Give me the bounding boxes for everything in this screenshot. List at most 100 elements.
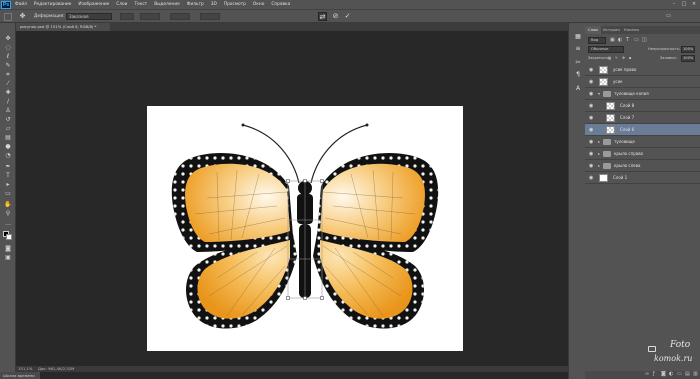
layer-name: Слой 7 (620, 115, 635, 120)
group-row[interactable]: ◉ ▸ туловище (585, 136, 700, 148)
timeline-tab[interactable]: Шкала времени (0, 372, 40, 379)
h-distortion-field[interactable] (170, 13, 190, 20)
menu-type[interactable]: Текст (134, 2, 147, 7)
quick-select-tool-icon[interactable]: ✎ (4, 62, 12, 69)
group-row[interactable]: ◉ ▸ крыло справа (585, 148, 700, 160)
filter-shape-icon[interactable]: ▭ (634, 37, 639, 44)
lasso-tool-icon[interactable]: ℓ (4, 53, 12, 60)
screen-mode-icon[interactable]: ▣ (4, 254, 12, 261)
move-tool-icon[interactable]: ✥ (4, 35, 12, 42)
gradient-tool-icon[interactable]: ▤ (4, 134, 12, 141)
group-expand-icon[interactable]: ▸ (598, 139, 600, 145)
cancel-transform-icon[interactable]: ⊘ (331, 12, 340, 21)
brush-tool-icon[interactable]: ∕ (4, 98, 12, 105)
tab-history[interactable]: История (600, 26, 623, 34)
layer-row-selected[interactable]: ◉ Слой 6 (585, 124, 700, 136)
document-tab[interactable]: рисунок.psd @ 151% (Слой 6, RGB/8) * (16, 23, 110, 31)
visibility-eye-icon[interactable]: ◉ (589, 127, 595, 133)
lock-position-icon[interactable]: ✥ (622, 55, 625, 62)
layer-row[interactable]: ◉ Слой 7 (585, 112, 700, 124)
v-distortion-field[interactable] (200, 13, 220, 20)
visibility-eye-icon[interactable]: ◉ (589, 163, 595, 169)
bend-field[interactable] (140, 13, 160, 20)
warp-style-select[interactable]: Заказная (66, 13, 112, 20)
maximize-icon[interactable]: □ (681, 1, 687, 7)
paragraph-panel-icon[interactable]: ¶ (574, 71, 582, 79)
visibility-eye-icon[interactable]: ◉ (589, 67, 595, 73)
path-select-tool-icon[interactable]: ▸ (4, 181, 12, 188)
layer-row[interactable]: ◉ усик право (585, 64, 700, 76)
group-expand-icon[interactable]: ▸ (598, 163, 600, 169)
character-panel-icon[interactable]: A (574, 85, 582, 93)
filter-type-icon[interactable]: T (626, 37, 629, 44)
layer-row[interactable]: ◉ Слой 8 (585, 100, 700, 112)
menu-window[interactable]: Окно (253, 2, 264, 7)
menu-image[interactable]: Изображение (78, 2, 109, 7)
marquee-tool-icon[interactable]: ◌ (4, 44, 12, 51)
warp-orientation-field[interactable] (120, 13, 134, 20)
edit-toolbar-icon[interactable]: … (4, 220, 12, 227)
document-canvas[interactable] (147, 106, 463, 351)
shape-tool-icon[interactable]: ▭ (4, 190, 12, 197)
group-row[interactable]: ◉ ▸ крыло слева (585, 160, 700, 172)
lock-pixels-icon[interactable]: ✎ (615, 55, 618, 62)
fill-input[interactable]: 100% (681, 55, 695, 62)
eraser-tool-icon[interactable]: ▱ (4, 125, 12, 132)
healing-tool-icon[interactable]: ✚ (4, 89, 12, 96)
menu-file[interactable]: Файл (15, 2, 27, 7)
opacity-input[interactable]: 100% (681, 46, 695, 53)
visibility-eye-icon[interactable]: ◉ (589, 79, 595, 85)
filter-pixel-icon[interactable]: ▣ (610, 37, 615, 44)
properties-panel-icon[interactable]: ≡ (574, 45, 582, 53)
visibility-eye-icon[interactable]: ◉ (589, 115, 595, 121)
filter-kind-select[interactable]: Вид (588, 37, 606, 44)
type-tool-icon[interactable]: T (4, 172, 12, 179)
zoom-tool-icon[interactable]: ⚲ (4, 210, 12, 217)
tool-preset-icon[interactable] (4, 13, 12, 21)
lock-all-icon[interactable]: ▪ (629, 55, 631, 62)
filter-smart-icon[interactable]: ◫ (642, 37, 647, 44)
clone-stamp-tool-icon[interactable]: ♙ (4, 107, 12, 114)
tools-panel-icon[interactable]: ✂ (574, 59, 582, 67)
history-panel-icon[interactable]: ▦ (574, 33, 582, 41)
layer-row[interactable]: ◉ усик (585, 76, 700, 88)
history-brush-tool-icon[interactable]: ↺ (4, 116, 12, 123)
minimize-icon[interactable]: – (671, 1, 677, 7)
background-color-swatch[interactable] (6, 234, 12, 240)
dodge-tool-icon[interactable]: ◔ (4, 152, 12, 159)
workspace-icon[interactable]: ▭ (664, 12, 673, 21)
layer-row[interactable]: ◉ Слой 1 (585, 172, 700, 184)
lock-transparent-icon[interactable]: ▦ (608, 55, 611, 62)
group-expand-icon[interactable]: ▾ (598, 91, 600, 97)
quick-mask-icon[interactable]: ◙ (4, 245, 12, 252)
crop-tool-icon[interactable]: ⌗ (4, 71, 12, 78)
menu-filter[interactable]: Фильтр (187, 2, 204, 7)
eyedropper-tool-icon[interactable]: ⁄ (4, 80, 12, 87)
group-expand-icon[interactable]: ▸ (598, 151, 600, 157)
visibility-eye-icon[interactable]: ◉ (589, 151, 595, 157)
canvas-area[interactable] (16, 31, 568, 361)
commit-transform-icon[interactable]: ✓ (343, 12, 352, 21)
menu-view[interactable]: Просмотр (224, 2, 246, 7)
visibility-eye-icon[interactable]: ◉ (589, 91, 595, 97)
visibility-eye-icon[interactable]: ◉ (589, 175, 595, 181)
visibility-eye-icon[interactable]: ◉ (589, 139, 595, 145)
layer-name: Слой 8 (620, 103, 635, 108)
menu-help[interactable]: Справка (271, 2, 290, 7)
group-row[interactable]: ◉ ▾ туловище копия (585, 88, 700, 100)
tab-channels[interactable]: Каналы (621, 26, 642, 34)
visibility-eye-icon[interactable]: ◉ (589, 103, 595, 109)
menu-edit[interactable]: Редактирование (34, 2, 72, 7)
menu-layers[interactable]: Слои (116, 2, 127, 7)
menu-3d[interactable]: 3D (211, 2, 217, 7)
switch-transform-icon[interactable]: ⇄ (318, 12, 327, 21)
blur-tool-icon[interactable]: ● (4, 143, 12, 150)
tab-layers[interactable]: Слои (585, 26, 601, 34)
close-icon[interactable]: × (691, 1, 697, 7)
filter-adjust-icon[interactable]: ◐ (618, 37, 622, 44)
hand-tool-icon[interactable]: ✋ (4, 201, 12, 208)
move-icon[interactable]: ✥ (18, 12, 27, 21)
blend-mode-select[interactable]: Обычные (588, 46, 624, 53)
menu-select[interactable]: Выделение (154, 2, 180, 7)
pen-tool-icon[interactable]: ✒ (4, 163, 12, 170)
